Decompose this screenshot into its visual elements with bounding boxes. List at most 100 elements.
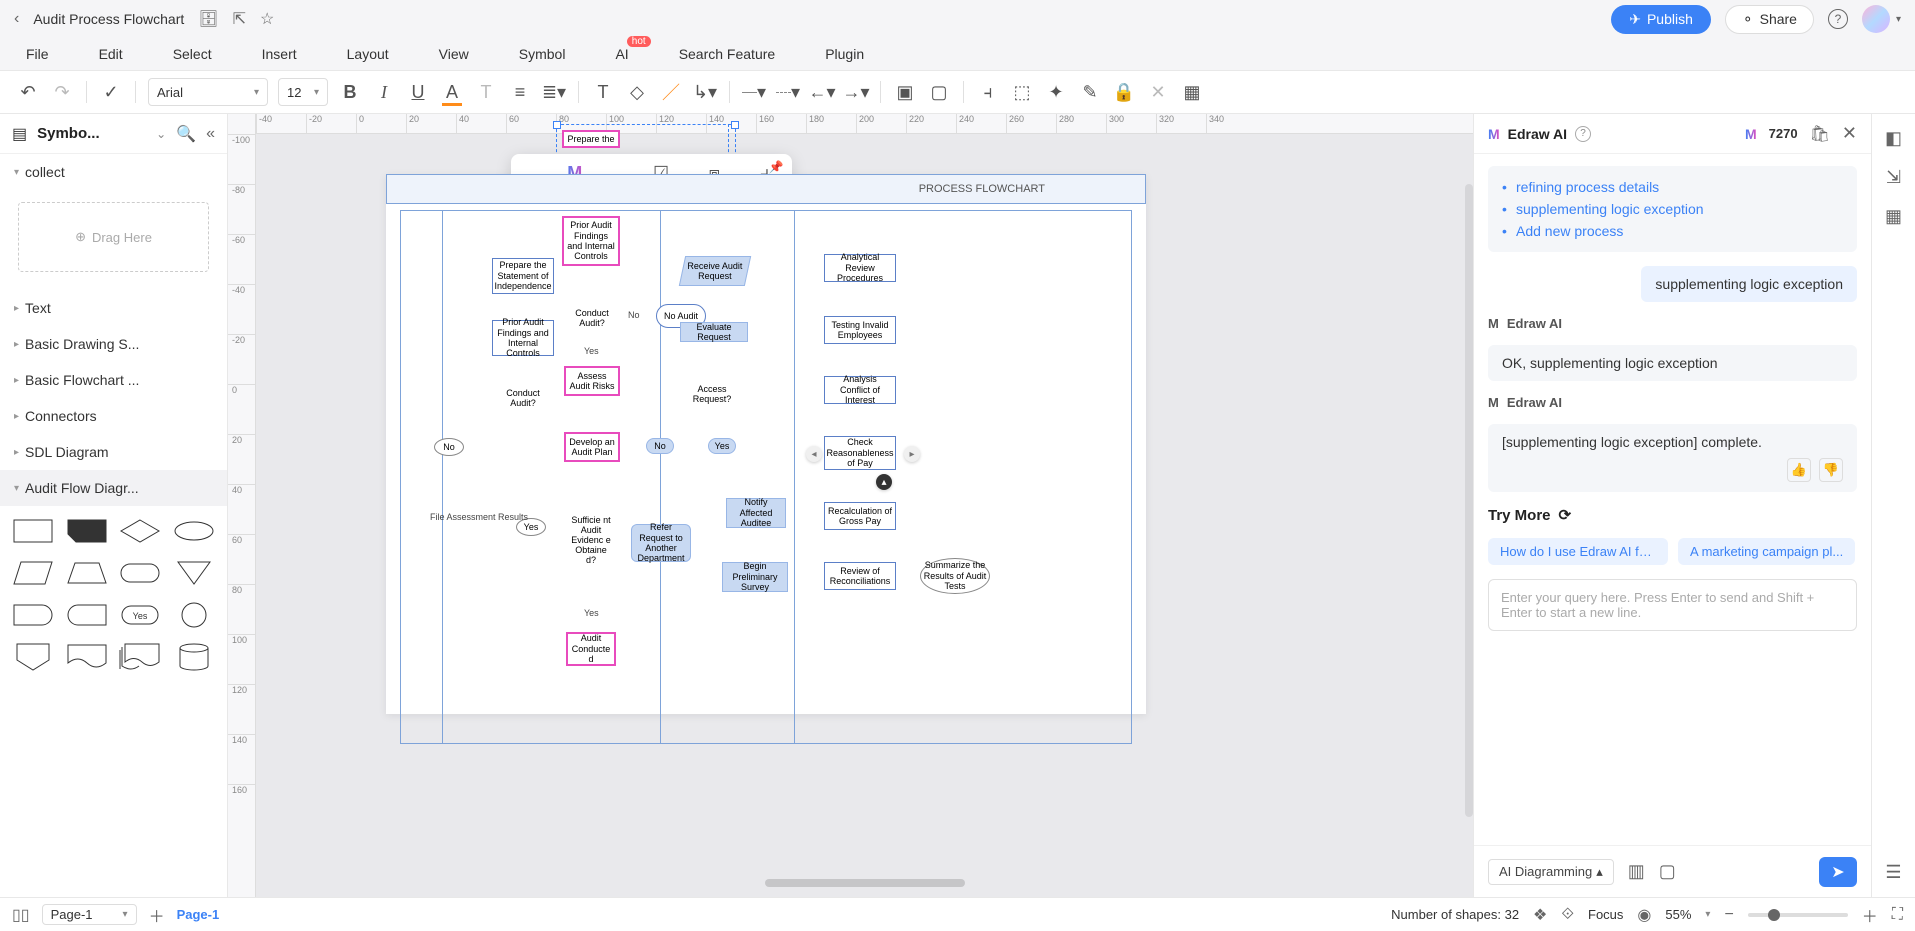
underline-icon[interactable]: U: [406, 80, 430, 104]
nav-up-icon[interactable]: ▴: [876, 474, 892, 490]
shape-stadium[interactable]: [10, 598, 56, 632]
ai-input[interactable]: Enter your query here. Press Enter to se…: [1488, 579, 1857, 631]
node-yes-pill[interactable]: Yes: [708, 438, 736, 454]
menu-view[interactable]: View: [439, 46, 469, 62]
node-prior-p[interactable]: Prior Audit Findings and Internal Contro…: [562, 216, 620, 266]
font-select[interactable]: Arial▾: [148, 78, 268, 106]
shape-multi-document[interactable]: [118, 640, 164, 674]
tools-icon[interactable]: ✕: [1146, 80, 1170, 104]
format-painter-icon[interactable]: ✓: [99, 80, 123, 104]
undo-icon[interactable]: ↶: [16, 80, 40, 104]
italic-icon[interactable]: I: [372, 80, 396, 104]
node-no-oval[interactable]: No: [434, 438, 464, 456]
star-icon[interactable]: ☆: [260, 9, 274, 29]
search-icon[interactable]: 🔍: [176, 124, 196, 144]
focus-target-icon[interactable]: ⟐: [1561, 906, 1574, 924]
page-tab-active[interactable]: Page-1: [177, 907, 220, 922]
suggestion-item[interactable]: refining process details: [1502, 176, 1843, 198]
node-analytical[interactable]: Analytical Review Procedures: [824, 254, 896, 282]
thumbs-down-icon[interactable]: 👎: [1819, 458, 1843, 482]
zoom-slider[interactable]: [1748, 913, 1848, 917]
node-testing[interactable]: Testing Invalid Employees: [824, 316, 896, 344]
collapse-icon[interactable]: «: [206, 125, 215, 143]
page-select[interactable]: Page-1▾: [42, 904, 137, 925]
menu-file[interactable]: File: [26, 46, 49, 62]
ai-help-icon[interactable]: ?: [1575, 126, 1591, 142]
group-back-icon[interactable]: ▢: [927, 80, 951, 104]
attach-icon[interactable]: ▢: [1659, 861, 1676, 882]
add-page-icon[interactable]: ＋: [149, 903, 165, 927]
layers-icon[interactable]: ❖: [1533, 905, 1547, 925]
category-collect[interactable]: ▾collect: [0, 154, 227, 190]
arrow-start-icon[interactable]: ←▾: [810, 80, 834, 104]
fill-bucket-icon[interactable]: ◧: [1885, 128, 1902, 149]
node-conduct-audit-p[interactable]: Conduct Audit?: [572, 298, 612, 338]
avatar[interactable]: [1862, 5, 1890, 33]
shape-card[interactable]: [64, 514, 110, 548]
shape-document[interactable]: [64, 640, 110, 674]
line-spacing-icon[interactable]: ≣▾: [542, 80, 566, 104]
shape-capsule-half[interactable]: [64, 598, 110, 632]
shape-pentagon-down[interactable]: [10, 640, 56, 674]
zoom-level[interactable]: 55%: [1665, 907, 1691, 922]
export-icon[interactable]: ⇱: [233, 9, 246, 29]
node-evaluate-request[interactable]: Evaluate Request: [680, 322, 748, 342]
bold-icon[interactable]: B: [338, 80, 362, 104]
shape-circle[interactable]: [171, 598, 217, 632]
canvas[interactable]: -100-80-60-40-20020406080100120140160 -4…: [228, 114, 1473, 897]
node-prepare-top[interactable]: Prepare the: [562, 130, 620, 148]
history-icon[interactable]: ▥: [1628, 861, 1645, 882]
node-develop-plan[interactable]: Develop an Audit Plan: [564, 432, 620, 462]
category-text[interactable]: ▸Text: [0, 290, 227, 326]
menu-plugin[interactable]: Plugin: [825, 46, 864, 62]
fullscreen-icon[interactable]: ⛶: [1892, 906, 1903, 924]
library-icon[interactable]: ▤: [12, 124, 27, 144]
node-refer-request[interactable]: Refer Request to Another Department: [631, 524, 691, 562]
resize-icon[interactable]: ⬚: [1010, 80, 1034, 104]
category-audit-flow[interactable]: ▾Audit Flow Diagr...: [0, 470, 227, 506]
drag-here-zone[interactable]: ⊕ Drag Here: [18, 202, 209, 272]
node-audit-conducted[interactable]: Audit Conducte d: [566, 632, 616, 666]
back-icon[interactable]: ‹: [14, 10, 19, 28]
suggestion-item[interactable]: supplementing logic exception: [1502, 198, 1843, 220]
menu-icon[interactable]: ☰: [1885, 862, 1901, 883]
node-no-pill[interactable]: No: [646, 438, 674, 454]
line-color-icon[interactable]: ／: [659, 80, 683, 104]
shape-cylinder[interactable]: [171, 640, 217, 674]
fill-icon[interactable]: ◇: [625, 80, 649, 104]
shape-diamond[interactable]: [118, 514, 164, 548]
nav-right-icon[interactable]: ▸: [904, 446, 920, 462]
shape-triangle-down[interactable]: [171, 556, 217, 590]
node-notify-auditee[interactable]: Notify Affected Auditee: [726, 498, 786, 528]
shape-parallelogram[interactable]: [10, 556, 56, 590]
menu-select[interactable]: Select: [173, 46, 212, 62]
canvas-scrollbar-h[interactable]: [765, 879, 965, 887]
menu-search-feature[interactable]: Search Feature: [679, 46, 776, 62]
font-size-select[interactable]: 12▾: [278, 78, 328, 106]
node-analysis-conflict[interactable]: Analysis Conflict of Interest: [824, 376, 896, 404]
connector-style-icon[interactable]: ↳▾: [693, 80, 717, 104]
prompt-chip[interactable]: A marketing campaign pl...: [1678, 538, 1855, 565]
prompt-chip[interactable]: How do I use Edraw AI fo...: [1488, 538, 1668, 565]
focus-label[interactable]: Focus: [1588, 907, 1623, 922]
zoom-out-icon[interactable]: −: [1724, 906, 1733, 924]
effects-icon[interactable]: ✦: [1044, 80, 1068, 104]
save-icon[interactable]: 🗄: [198, 9, 218, 29]
font-color-icon[interactable]: A: [440, 80, 464, 104]
menu-ai[interactable]: AIhot: [615, 46, 628, 62]
menu-edit[interactable]: Edit: [99, 46, 123, 62]
node-review-recon[interactable]: Review of Reconciliations: [824, 562, 896, 590]
canvas-scrollbar-v[interactable]: [1465, 184, 1473, 817]
node-access-request[interactable]: Access Request?: [692, 374, 732, 414]
line-dashed-icon[interactable]: ▾: [776, 80, 800, 104]
text-box-icon[interactable]: T: [591, 80, 615, 104]
table-icon[interactable]: ▦: [1180, 80, 1204, 104]
node-begin-survey[interactable]: Begin Preliminary Survey: [722, 562, 788, 592]
category-sdl[interactable]: ▸SDL Diagram: [0, 434, 227, 470]
close-icon[interactable]: ✕: [1842, 123, 1857, 144]
thumbs-up-icon[interactable]: 👍: [1787, 458, 1811, 482]
node-prepare-stmt[interactable]: Prepare the Statement of Independence: [492, 258, 554, 294]
nav-left-icon[interactable]: ◂: [806, 446, 822, 462]
arrow-end-icon[interactable]: →▾: [844, 80, 868, 104]
category-connectors[interactable]: ▸Connectors: [0, 398, 227, 434]
